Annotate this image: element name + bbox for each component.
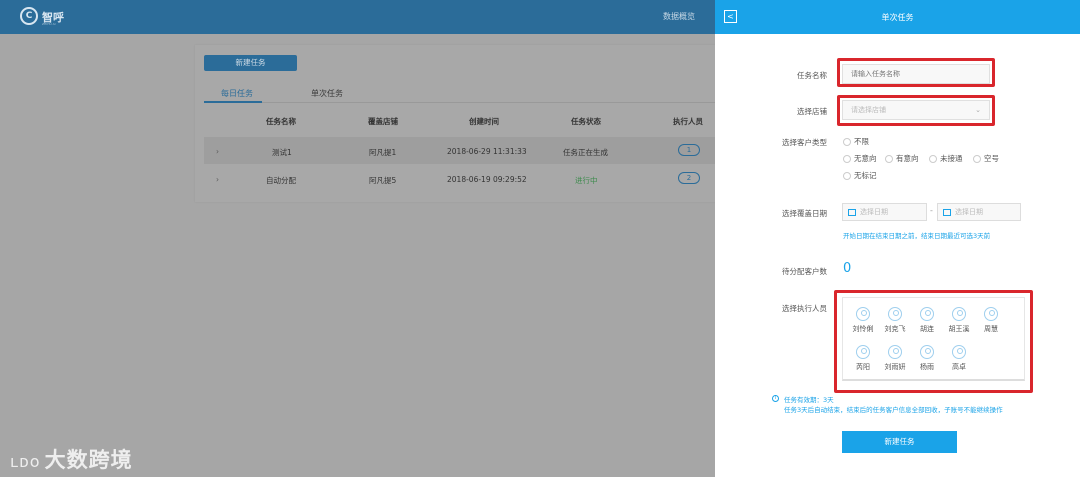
validity-note: 任务3天后自动结束，结束后的任务客户信息全部回收，子账号不能继续操作 [784,406,1003,414]
radio-unlimited[interactable]: 不限 [843,136,869,147]
tab-single-task[interactable]: 单次任务 [311,88,343,99]
single-task-panel: < 单次任务 任务名称 选择店铺 请选择店铺 ⌄ 选择客户类型 不限 无意向 有… [715,0,1080,477]
radio-circle-icon [843,154,851,163]
expand-chevron-icon[interactable]: › [216,147,219,156]
column-header-staff: 执行人员 [673,117,703,126]
task-name-cell: 测试1 [272,148,292,157]
tab-divider [204,102,754,103]
app-name-sub: ZHIHU AI [42,22,56,26]
start-date-placeholder: 选择日期 [860,208,888,216]
radio-label: 无标记 [854,171,877,180]
watermark: ʟᴅᴏ 大数跨境 [10,444,133,474]
radio-circle-icon [929,154,937,163]
task-name-label: 任务名称 [797,71,827,80]
end-date-input[interactable]: 选择日期 [937,203,1021,221]
column-header-store: 覆盖店铺 [368,117,398,126]
staff-count-badge[interactable]: 2 [678,172,700,184]
customer-type-label: 选择客户类型 [782,138,827,147]
tab-active-indicator [204,101,262,103]
store-label: 选择店铺 [797,107,827,116]
watermark-logo: ʟᴅᴏ [10,452,41,471]
radio-circle-icon [843,137,851,146]
task-list-card: 新建任务 每日任务 单次任务 任务名称 覆盖店铺 创建时间 任务状态 执行人员 … [195,45,755,202]
date-hint: 开始日期在结束日期之前，结束日期最近可选3天前 [843,232,991,240]
status-cell: 进行中 [575,176,598,185]
radio-unmarked[interactable]: 无标记 [843,170,877,181]
radio-circle-icon [973,154,981,163]
radio-not-connected[interactable]: 未接通 [929,153,963,164]
radio-label: 未接通 [940,154,963,163]
radio-circle-icon [843,171,851,180]
calendar-icon [943,208,951,216]
new-task-button[interactable]: 新建任务 [204,55,297,71]
table-row[interactable]: › 测试1 阿凡提1 2018-06-29 11:31:33 任务正在生成 1 [204,137,755,164]
radio-label: 有意向 [896,154,919,163]
column-header-status: 任务状态 [571,117,601,126]
created-cell: 2018-06-29 11:31:33 [447,147,527,156]
staff-count-badge[interactable]: 1 [678,144,700,156]
validity-title: 任务有效期：3天 [784,396,834,404]
start-date-input[interactable]: 选择日期 [842,203,927,221]
expand-chevron-icon[interactable]: › [216,175,219,184]
highlight-box [837,95,995,126]
radio-intent[interactable]: 有意向 [885,153,919,164]
pending-count: 0 [843,261,852,276]
nav-data-overview[interactable]: 数据概览 [663,11,695,22]
radio-no-intent[interactable]: 无意向 [843,153,877,164]
task-name-cell: 自动分配 [266,176,296,185]
column-header-name: 任务名称 [266,117,296,126]
panel-title: 单次任务 [881,13,914,22]
submit-new-task-button[interactable]: 新建任务 [842,431,957,453]
radio-empty-number[interactable]: 空号 [973,153,999,164]
panel-header: < 单次任务 [715,0,1080,34]
store-cell: 阿凡提1 [369,148,397,157]
staff-label: 选择执行人员 [782,304,827,313]
watermark-text: 大数跨境 [44,448,133,472]
table-row[interactable]: › 自动分配 阿凡提5 2018-06-19 09:29:52 进行中 2 [204,165,755,192]
end-date-placeholder: 选择日期 [955,208,983,216]
radio-label: 无意向 [854,154,877,163]
highlight-box [837,58,995,87]
info-icon: i [772,395,779,402]
app-logo-icon: C [20,7,38,25]
radio-circle-icon [885,154,893,163]
pending-label: 待分配客户数 [782,267,827,276]
status-cell: 任务正在生成 [563,148,608,157]
tab-daily-task[interactable]: 每日任务 [221,88,253,99]
column-header-created: 创建时间 [469,117,499,126]
highlight-box [834,290,1033,393]
date-label: 选择覆盖日期 [782,209,827,218]
calendar-icon [848,208,856,216]
date-separator: - [930,206,933,215]
store-cell: 阿凡提5 [369,176,397,185]
created-cell: 2018-06-19 09:29:52 [447,175,527,184]
radio-label: 空号 [984,154,999,163]
radio-label: 不限 [854,137,869,146]
